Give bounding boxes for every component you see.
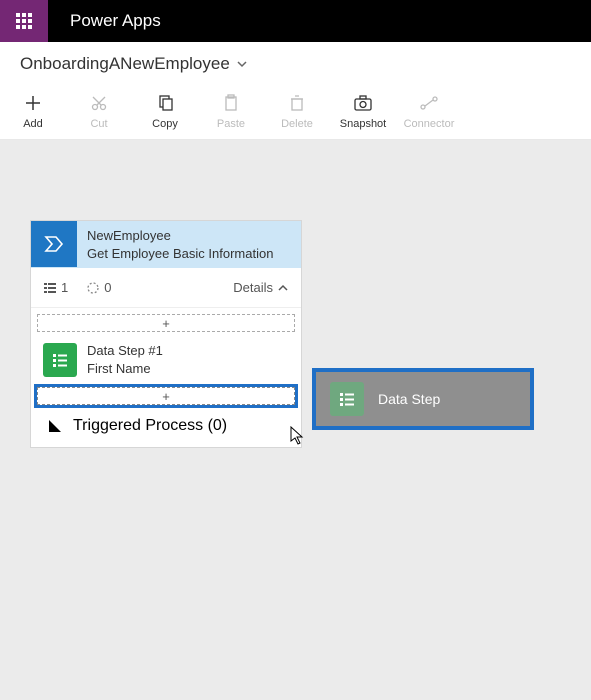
stage-name: NewEmployee — [87, 227, 273, 245]
triggered-label: Triggered Process (0) — [73, 417, 227, 435]
copy-button[interactable]: Copy — [132, 92, 198, 139]
data-step-field: First Name — [87, 360, 163, 378]
details-toggle[interactable]: Details — [233, 280, 289, 295]
camera-icon — [353, 92, 373, 114]
stage-card[interactable]: NewEmployee Get Employee Basic Informati… — [30, 220, 302, 448]
cut-label: Cut — [90, 118, 107, 130]
breadcrumb-title[interactable]: OnboardingANewEmployee — [20, 54, 230, 74]
copy-label: Copy — [152, 118, 178, 130]
data-step-row[interactable]: Data Step #1 First Name — [37, 338, 295, 381]
list-icon — [43, 343, 77, 377]
snapshot-button[interactable]: Snapshot — [330, 92, 396, 139]
connector-button[interactable]: Connector — [396, 92, 462, 139]
steps-icon — [43, 281, 57, 295]
app-title: Power Apps — [48, 0, 183, 42]
details-label: Details — [233, 280, 273, 295]
paste-button[interactable]: Paste — [198, 92, 264, 139]
triangle-icon — [47, 418, 63, 434]
snapshot-label: Snapshot — [340, 118, 386, 130]
stage-titles: NewEmployee Get Employee Basic Informati… — [77, 221, 283, 268]
chevron-up-icon — [277, 282, 289, 294]
delete-button[interactable]: Delete — [264, 92, 330, 139]
stage-meta-bar: 1 0 Details — [31, 268, 301, 308]
chevron-down-icon[interactable] — [236, 58, 248, 70]
scissors-icon — [90, 92, 108, 114]
stage-chevron-icon — [31, 221, 77, 267]
toolbar: Add Cut Copy Paste Delete Snapshot Con — [0, 86, 591, 140]
stage-header[interactable]: NewEmployee Get Employee Basic Informati… — [31, 221, 301, 268]
breadcrumb-bar: OnboardingANewEmployee — [0, 42, 591, 86]
pending-count-value: 0 — [104, 280, 111, 295]
add-label: Add — [23, 118, 43, 130]
dropzone-plus: + — [162, 316, 170, 331]
app-launcher[interactable] — [0, 0, 48, 42]
designer-canvas[interactable]: NewEmployee Get Employee Basic Informati… — [0, 140, 591, 700]
dropzone-plus-active: + — [162, 389, 170, 404]
connector-label: Connector — [404, 118, 455, 130]
clipboard-icon — [222, 92, 240, 114]
pending-count: 0 — [86, 280, 111, 295]
connector-icon — [419, 92, 439, 114]
delete-label: Delete — [281, 118, 313, 130]
list-icon — [330, 382, 364, 416]
paste-label: Paste — [217, 118, 245, 130]
add-button[interactable]: Add — [0, 92, 66, 139]
plus-icon — [24, 92, 42, 114]
header-bar: Power Apps — [0, 0, 591, 42]
dropzone-active[interactable]: + — [37, 387, 295, 405]
cut-button[interactable]: Cut — [66, 92, 132, 139]
steps-count-value: 1 — [61, 280, 68, 295]
data-step-title: Data Step #1 — [87, 342, 163, 360]
dropzone-top[interactable]: + — [37, 314, 295, 332]
drag-ghost-data-step[interactable]: Data Step — [312, 368, 534, 430]
trash-icon — [288, 92, 306, 114]
triggered-process-row[interactable]: Triggered Process (0) — [37, 411, 295, 441]
drag-ghost-label: Data Step — [378, 391, 440, 407]
waffle-icon — [16, 13, 32, 29]
dashed-circle-icon — [86, 281, 100, 295]
copy-icon — [156, 92, 174, 114]
stage-description: Get Employee Basic Information — [87, 245, 273, 263]
steps-count: 1 — [43, 280, 68, 295]
